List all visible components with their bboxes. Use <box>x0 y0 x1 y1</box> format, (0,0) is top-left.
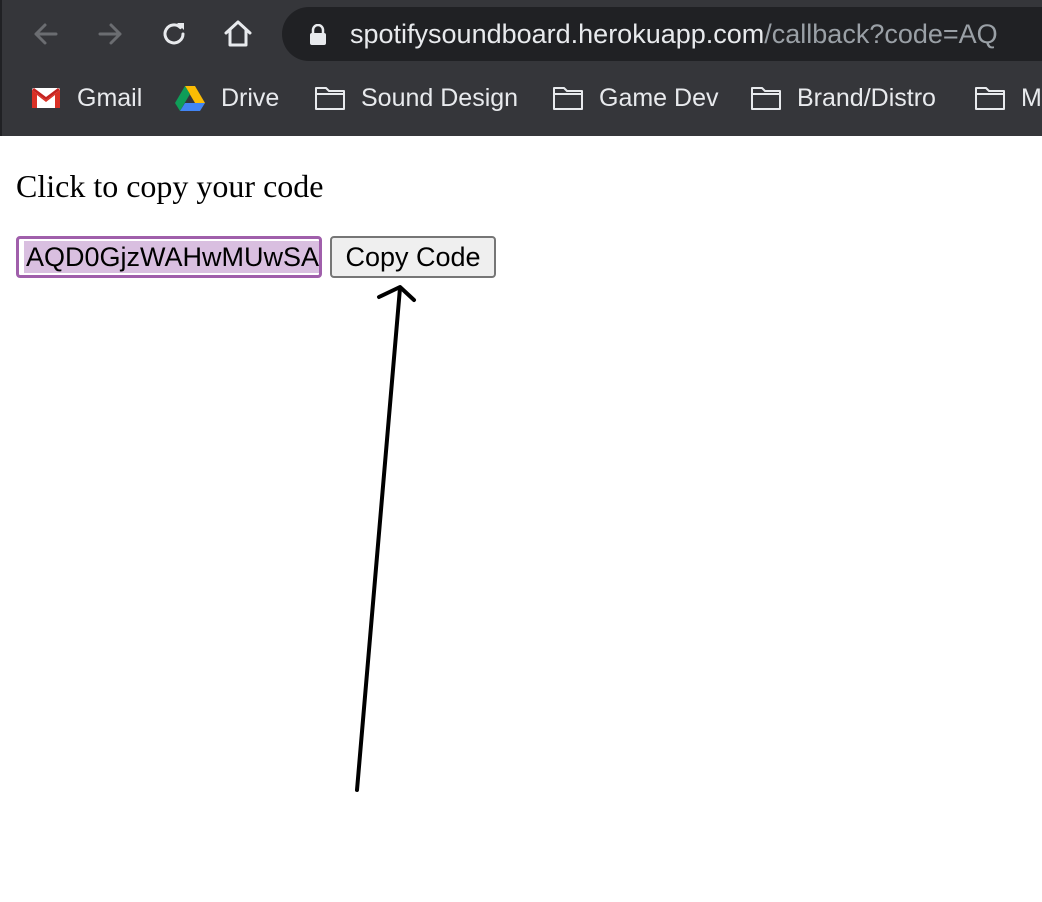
bookmark-label: Drive <box>221 84 280 112</box>
url-path: /callback?code=AQ <box>764 19 998 49</box>
bookmark-gmail[interactable]: Gmail <box>30 80 142 116</box>
arrow-left-icon <box>34 23 58 45</box>
browser-chrome: spotifysoundboard.herokuapp.com/callback… <box>0 0 1042 136</box>
folder-icon <box>552 84 584 112</box>
bookmark-label: Gmail <box>77 84 143 112</box>
page-content: Click to copy your code AQD0GjzWAHwMUwSA… <box>0 136 1042 902</box>
bookmark-label: Game Dev <box>599 84 719 112</box>
arrow-right-icon <box>98 23 122 45</box>
folder-icon <box>750 84 782 112</box>
drive-icon <box>174 84 206 112</box>
folder-icon <box>974 84 1006 112</box>
bookmark-label: Brand/Distro <box>797 84 936 112</box>
home-icon <box>224 20 252 47</box>
url-host: spotifysoundboard.herokuapp.com <box>350 19 765 49</box>
bookmark-sound-design[interactable]: Sound Design <box>314 80 518 116</box>
url-text: spotifysoundboard.herokuapp.com/callback… <box>350 19 998 49</box>
bookmark-game-dev[interactable]: Game Dev <box>552 80 718 116</box>
folder-icon <box>314 84 346 112</box>
pointer-arrow-annotation <box>355 285 416 792</box>
bookmark-label: Sound Design <box>361 84 519 112</box>
bookmark-label: M <box>1021 84 1042 112</box>
back-button[interactable] <box>26 14 66 54</box>
forward-button[interactable] <box>90 14 130 54</box>
home-button[interactable] <box>218 14 258 54</box>
address-bar[interactable]: spotifysoundboard.herokuapp.com/callback… <box>282 7 1042 61</box>
lock-icon <box>310 24 326 45</box>
bookmark-drive[interactable]: Drive <box>174 80 279 116</box>
gmail-icon <box>30 84 62 112</box>
bookmark-m[interactable]: M <box>974 80 1042 116</box>
bookmarks-bar: Gmail Drive Sound Design Game Dev Brand/… <box>2 68 1042 134</box>
reload-icon <box>163 23 185 45</box>
bookmark-brand-distro[interactable]: Brand/Distro <box>750 80 936 116</box>
browser-toolbar: spotifysoundboard.herokuapp.com/callback… <box>2 0 1042 68</box>
reload-button[interactable] <box>154 14 194 54</box>
